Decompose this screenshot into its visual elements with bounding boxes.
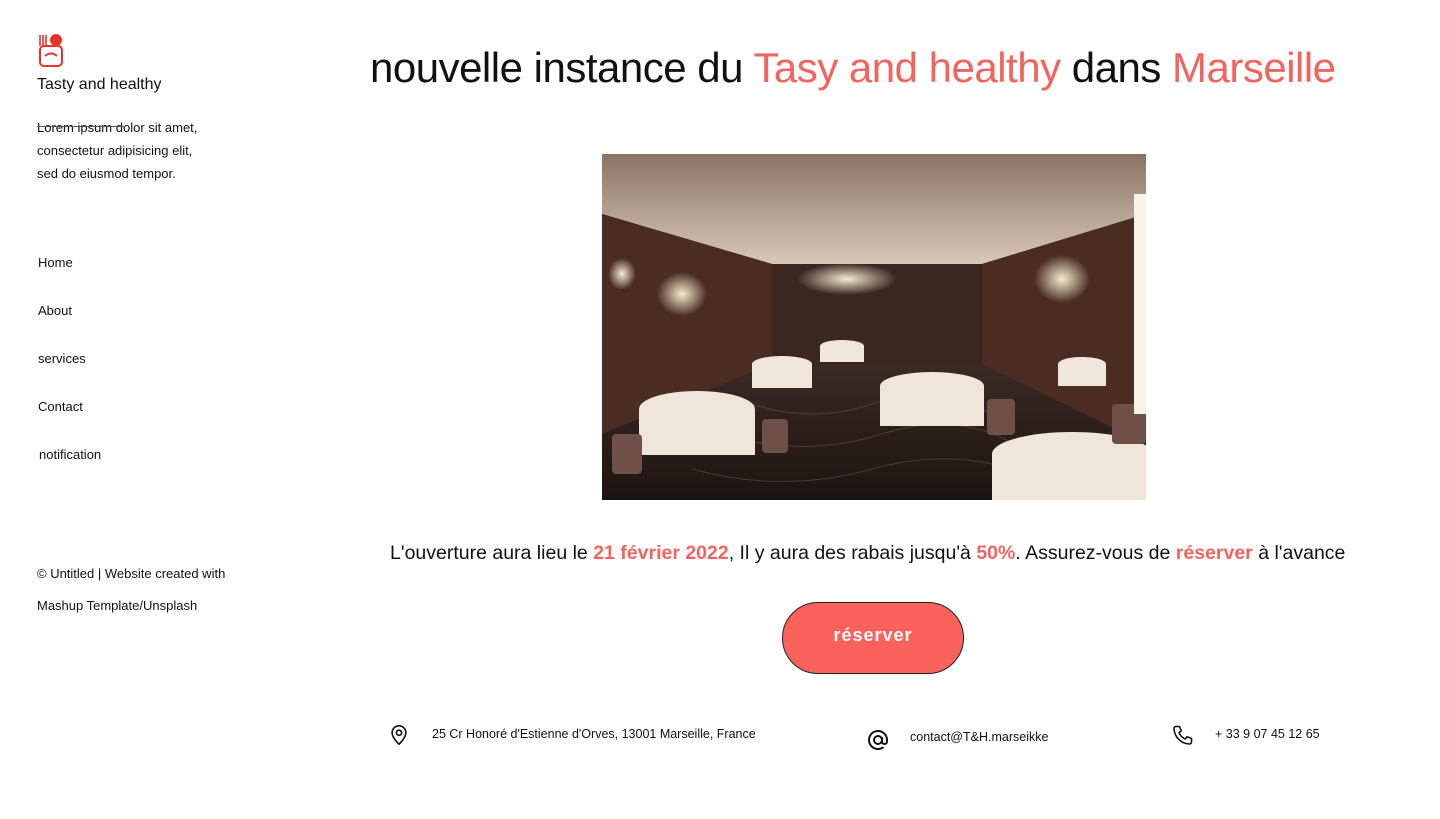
chef-hat-logo-icon[interactable] — [36, 32, 66, 68]
tagline-decoration — [37, 126, 125, 127]
announce-text-2: , Il y aura des rabais jusqu'à — [728, 542, 977, 564]
nav-item-services[interactable]: services — [38, 351, 86, 366]
opening-announcement: L'ouverture aura lieu le 21 février 2022… — [390, 542, 1345, 565]
announce-discount: 50% — [976, 542, 1016, 564]
phone-text[interactable]: + 33 9 07 45 12 65 — [1215, 727, 1320, 741]
address-text: 25 Cr Honoré d'Estienne d'Orves, 13001 M… — [432, 727, 756, 741]
announce-text-4: à l'avance — [1252, 542, 1346, 564]
nav-item-notification[interactable]: notification — [39, 447, 101, 462]
phone-icon — [1173, 725, 1193, 745]
map-pin-icon — [391, 725, 407, 746]
title-accent-city: Marseille — [1172, 44, 1336, 91]
title-accent-brand: Tasy and healthy — [753, 44, 1061, 91]
nav-item-contact[interactable]: Contact — [38, 399, 83, 414]
reserve-button[interactable]: réserver — [782, 602, 964, 674]
page: Tasty and healthy Lorem ipsum dolor sit … — [0, 0, 1440, 819]
copyright-line-2: Mashup Template/Unsplash — [37, 598, 198, 613]
copyright-footer: © Untitled | Website created with Mashup… — [37, 558, 277, 622]
restaurant-interior-image — [602, 154, 1146, 500]
title-part-2: dans — [1060, 44, 1172, 91]
email-text[interactable]: contact@T&H.marseikke — [910, 730, 1048, 744]
tagline-line-1: Lorem ipsum dolor sit amet, — [37, 120, 198, 135]
at-sign-icon — [868, 729, 888, 750]
tagline-line-3: sed do eiusmod tempor. — [37, 166, 176, 181]
title-part-1: nouvelle instance du — [370, 44, 754, 91]
announce-reserve-word: réserver — [1175, 542, 1253, 564]
announce-text-3: . Assurez-vous de — [1015, 542, 1176, 564]
copyright-line-1: © Untitled | Website created with — [37, 566, 226, 581]
brand-name: Tasty and healthy — [37, 76, 162, 93]
announce-date: 21 février 2022 — [593, 542, 729, 564]
tagline: Lorem ipsum dolor sit amet, consectetur … — [37, 116, 237, 185]
tagline-line-2: consectetur adipisicing elit, — [37, 143, 193, 158]
nav-item-home[interactable]: Home — [38, 255, 73, 270]
nav-item-about[interactable]: About — [38, 303, 72, 318]
announce-text-1: L'ouverture aura lieu le — [390, 542, 594, 564]
page-title: nouvelle instance du Tasy and healthy da… — [370, 44, 1336, 92]
